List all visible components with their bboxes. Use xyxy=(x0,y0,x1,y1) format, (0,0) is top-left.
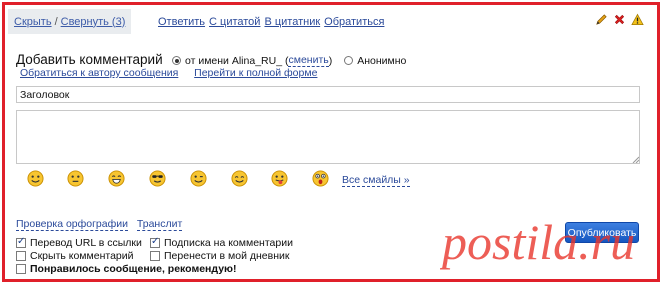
address-link[interactable]: Обратиться xyxy=(324,16,384,28)
reply-link[interactable]: Ответить xyxy=(158,16,205,28)
grin-smile-icon[interactable] xyxy=(108,170,125,187)
option-hide-comment[interactable]: Скрыть комментарий xyxy=(16,250,134,262)
url-links-label: Перевод URL в ссылки xyxy=(30,237,142,249)
watermark-text: postila.ru xyxy=(440,214,635,270)
form-sublinks: Обратиться к автору сообщения Перейти к … xyxy=(20,67,317,79)
recommend-label: Понравилось сообщение, рекомендую! xyxy=(30,263,237,275)
neutral-smile-icon[interactable] xyxy=(67,170,84,187)
delete-icon[interactable] xyxy=(613,13,626,26)
collapse-link[interactable]: Свернуть (3) xyxy=(61,16,126,28)
as-user-label: от имени Alina_RU_ xyxy=(185,54,283,67)
smile-icon[interactable] xyxy=(27,170,44,187)
anonymous-label: Анонимно xyxy=(357,54,407,67)
surprised-smile-icon[interactable] xyxy=(312,170,329,187)
change-paren-close: ) xyxy=(328,54,333,67)
hide-link[interactable]: Скрыть xyxy=(14,16,52,28)
recommend-checkbox[interactable] xyxy=(16,264,26,274)
change-user-link[interactable]: сменить xyxy=(288,54,329,67)
comment-toolbar: Скрыть / Свернуть (3) Ответить С цитатой… xyxy=(8,9,648,34)
url-links-checkbox[interactable] xyxy=(16,236,26,248)
all-smilies-label[interactable]: Все смайлы » xyxy=(342,174,410,187)
tongue-smile-icon[interactable] xyxy=(271,170,288,187)
text-tools: Проверка орфографии Транслит xyxy=(16,218,188,231)
pencil-icon[interactable] xyxy=(595,13,608,26)
spellcheck-link[interactable]: Проверка орфографии xyxy=(16,218,128,231)
form-title: Добавить комментарий xyxy=(16,52,163,67)
address-author-link[interactable]: Обратиться к автору сообщения xyxy=(20,67,178,79)
cool-smile-icon[interactable] xyxy=(149,170,166,187)
comment-textarea[interactable] xyxy=(16,110,640,164)
author-radio-group: от имени Alina_RU_ (сменить) Анонимно xyxy=(172,54,406,67)
quote-link[interactable]: С цитатой xyxy=(209,16,260,28)
option-move-to-diary[interactable]: Перенести в мой дневник xyxy=(150,250,289,262)
toolbar-icons xyxy=(595,13,644,26)
as-user-radio[interactable] xyxy=(172,56,181,65)
hide-comment-checkbox[interactable] xyxy=(16,251,26,261)
subscribe-checkbox[interactable] xyxy=(150,236,160,248)
postila-watermark: postila.ru xyxy=(440,214,635,270)
translit-link[interactable]: Транслит xyxy=(136,218,183,231)
comment-actions: Ответить С цитатой В цитатник Обратиться xyxy=(158,16,384,28)
quotebook-link[interactable]: В цитатник xyxy=(264,16,320,28)
option-recommend[interactable]: Понравилось сообщение, рекомендую! xyxy=(16,263,237,275)
warning-icon[interactable] xyxy=(631,13,644,26)
tab-separator: / xyxy=(54,15,58,28)
all-smilies-link[interactable]: Все смайлы » xyxy=(342,174,410,187)
option-url-links[interactable]: Перевод URL в ссылки xyxy=(16,236,142,249)
subscribe-label: Подписка на комментарии xyxy=(164,237,293,249)
full-form-link[interactable]: Перейти к полной форме xyxy=(194,67,317,79)
tab-group: Скрыть / Свернуть (3) xyxy=(8,9,132,34)
subject-input[interactable] xyxy=(16,86,640,103)
wink-smile-icon[interactable] xyxy=(190,170,207,187)
move-to-diary-checkbox[interactable] xyxy=(150,251,160,261)
hide-comment-label: Скрыть комментарий xyxy=(30,250,134,262)
anonymous-radio[interactable] xyxy=(344,56,354,65)
resize-grip-icon[interactable] xyxy=(632,156,639,163)
happy-smile-icon[interactable] xyxy=(231,170,248,187)
option-subscribe[interactable]: Подписка на комментарии xyxy=(150,236,293,249)
move-to-diary-label: Перенести в мой дневник xyxy=(164,250,290,262)
